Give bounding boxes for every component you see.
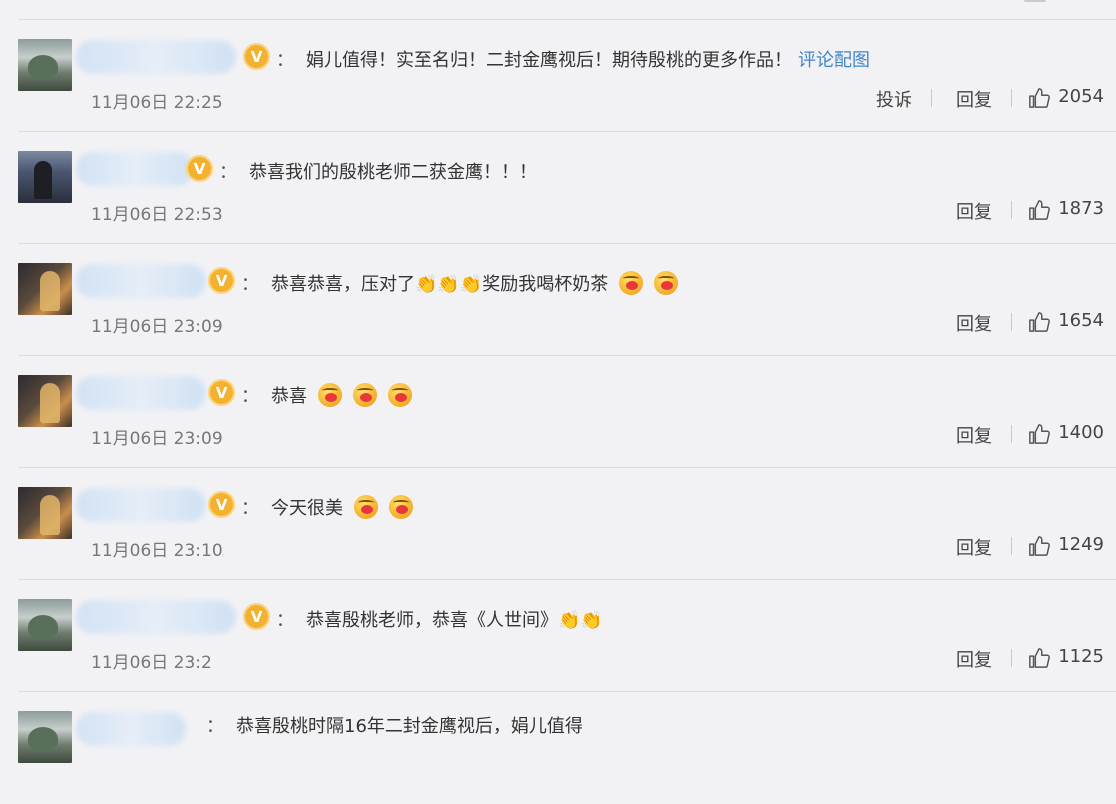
colon-separator: ： — [219, 162, 237, 183]
like-count[interactable]: 1654 — [1058, 310, 1104, 331]
comment-timestamp: 11月06日 22:25 — [91, 93, 223, 113]
like-thumb-icon[interactable] — [1028, 311, 1050, 333]
laughing-emoji-icon — [388, 383, 412, 407]
comment-text: 恭喜殷桃老师，恭喜《人世间》👏👏 — [306, 610, 603, 631]
comment-timestamp: 11月06日 23:10 — [91, 541, 223, 561]
colon-separator: ： — [241, 498, 259, 519]
comment-text: 恭喜 — [271, 386, 307, 407]
comment-actions: 回复 1654 — [816, 310, 1116, 336]
comment-timestamp: 11月06日 22:53 — [91, 205, 223, 225]
username-blurred[interactable] — [76, 712, 186, 746]
comment-body: ： 娟儿值得！实至名归！二封金鹰视后！期待殷桃的更多作品！ 评论配图 — [276, 46, 870, 72]
username-blurred[interactable] — [76, 40, 236, 74]
avatar[interactable] — [18, 263, 72, 315]
avatar[interactable] — [18, 487, 72, 539]
comment-item: V ： 今天很美 11月06日 23:10 回复 1249 — [0, 468, 1116, 580]
like-thumb-icon[interactable] — [1028, 199, 1050, 221]
action-divider — [1011, 537, 1012, 555]
action-divider — [931, 89, 932, 107]
laughing-emoji-icon — [353, 383, 377, 407]
comment-timestamp: 11月06日 23:2 — [91, 653, 212, 673]
comment-actions: 投诉 回复 2054 — [816, 86, 1116, 112]
comment-text: 今天很美 — [271, 498, 343, 519]
action-divider — [1011, 89, 1012, 107]
reply-button[interactable]: 回复 — [956, 198, 992, 224]
comment-text: 娟儿值得！实至名归！二封金鹰视后！期待殷桃的更多作品！ — [306, 50, 792, 71]
reply-button[interactable]: 回复 — [956, 310, 992, 336]
laughing-emoji-icon — [318, 383, 342, 407]
laughing-emoji-icon — [654, 271, 679, 295]
like-count[interactable]: 1873 — [1058, 198, 1104, 219]
comment-text: 恭喜我们的殷桃老师二获金鹰！！！ — [249, 162, 537, 183]
avatar[interactable] — [18, 375, 72, 427]
like-count[interactable]: 1125 — [1058, 646, 1104, 667]
comment-text: 恭喜殷桃时隔16年二封金鹰视后，娟儿值得 — [236, 716, 583, 737]
colon-separator: ： — [276, 50, 294, 71]
previous-comment-fragment — [1024, 0, 1046, 2]
action-divider — [1011, 201, 1012, 219]
avatar[interactable] — [18, 151, 72, 203]
verified-badge-icon: V — [243, 43, 270, 70]
comment-actions: 回复 1873 — [816, 198, 1116, 224]
comment-body: ： 恭喜殷桃老师，恭喜《人世间》👏👏 — [276, 606, 603, 632]
like-count[interactable]: 2054 — [1058, 86, 1104, 107]
colon-separator: ： — [241, 274, 259, 295]
avatar[interactable] — [18, 39, 72, 91]
comment-item: V ： 恭喜殷桃老师，恭喜《人世间》👏👏 11月06日 23:2 回复 1125 — [0, 580, 1116, 692]
comment-image-link[interactable]: 评论配图 — [798, 46, 870, 72]
colon-separator: ： — [206, 716, 224, 737]
comment-item: V ： 娟儿值得！实至名归！二封金鹰视后！期待殷桃的更多作品！ 评论配图 11月06日 … — [0, 20, 1116, 132]
comment-actions: 回复 1400 — [816, 422, 1116, 448]
verified-badge-icon: V — [186, 155, 213, 182]
comment-actions: 回复 1125 — [816, 646, 1116, 672]
username-blurred[interactable] — [76, 376, 206, 410]
comment-body: ： 恭喜我们的殷桃老师二获金鹰！！！ — [219, 158, 537, 184]
colon-separator: ： — [276, 610, 294, 631]
comment-timestamp: 11月06日 23:09 — [91, 429, 223, 449]
username-blurred[interactable] — [76, 264, 206, 298]
like-count[interactable]: 1400 — [1058, 422, 1104, 443]
action-divider — [1011, 425, 1012, 443]
like-count[interactable]: 1249 — [1058, 534, 1104, 555]
avatar[interactable] — [18, 711, 72, 763]
comment-item: V ： 恭喜 11月06日 23:09 回复 1400 — [0, 356, 1116, 468]
action-divider — [1011, 649, 1012, 667]
comment-body: ： 今天很美 — [241, 494, 413, 520]
comment-body: ： 恭喜殷桃时隔16年二封金鹰视后，娟儿值得 — [206, 712, 583, 738]
verified-badge-icon: V — [208, 379, 235, 406]
avatar[interactable] — [18, 599, 72, 651]
like-thumb-icon[interactable] — [1028, 535, 1050, 557]
like-thumb-icon[interactable] — [1028, 423, 1050, 445]
reply-button[interactable]: 回复 — [956, 422, 992, 448]
verified-badge-icon: V — [208, 267, 235, 294]
colon-separator: ： — [241, 386, 259, 407]
reply-button[interactable]: 回复 — [956, 534, 992, 560]
comment-body: ： 恭喜 — [241, 382, 412, 408]
comment-item: V ： 恭喜恭喜，压对了👏👏👏奖励我喝杯奶茶 11月06日 23:09 回复 1654 — [0, 244, 1116, 356]
laughing-emoji-icon — [389, 495, 413, 519]
action-divider — [1011, 313, 1012, 331]
reply-button[interactable]: 回复 — [956, 646, 992, 672]
comment-item: V ： 恭喜我们的殷桃老师二获金鹰！！！ 11月06日 22:53 回复 1873 — [0, 132, 1116, 244]
laughing-emoji-icon — [619, 271, 644, 295]
verified-badge-icon: V — [243, 603, 270, 630]
verified-badge-icon: V — [208, 491, 235, 518]
laughing-emoji-icon — [354, 495, 378, 519]
like-thumb-icon[interactable] — [1028, 647, 1050, 669]
comment-item: ： 恭喜殷桃时隔16年二封金鹰视后，娟儿值得 — [0, 692, 1116, 804]
reply-button[interactable]: 回复 — [956, 86, 992, 112]
report-button[interactable]: 投诉 — [876, 86, 912, 112]
comment-text: 恭喜恭喜，压对了👏👏👏奖励我喝杯奶茶 — [271, 274, 609, 295]
comment-actions: 回复 1249 — [816, 534, 1116, 560]
comment-timestamp: 11月06日 23:09 — [91, 317, 223, 337]
username-blurred[interactable] — [76, 600, 236, 634]
username-blurred[interactable] — [76, 152, 194, 186]
username-blurred[interactable] — [76, 488, 206, 522]
comment-body: ： 恭喜恭喜，压对了👏👏👏奖励我喝杯奶茶 — [241, 270, 679, 296]
like-thumb-icon[interactable] — [1028, 87, 1050, 109]
